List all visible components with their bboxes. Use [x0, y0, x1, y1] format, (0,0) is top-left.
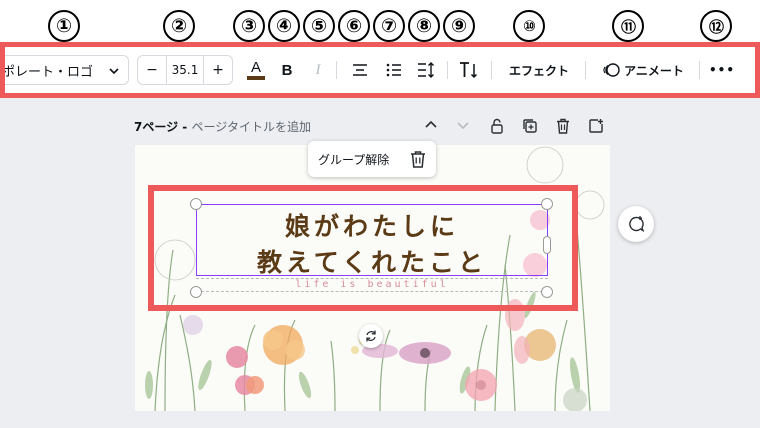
marker-5: ⑤ — [303, 10, 335, 42]
list-button[interactable] — [383, 55, 405, 85]
resize-handle-top-right[interactable] — [541, 198, 553, 210]
font-name: ポレート・ロゴ — [5, 64, 94, 80]
marker-7: ⑦ — [373, 10, 405, 42]
bold-icon: B — [281, 61, 293, 79]
chevron-up-icon[interactable] — [424, 118, 438, 132]
comment-add-icon — [629, 216, 645, 233]
page-header: 7ページ - ページタイトルを追加 — [134, 118, 311, 135]
rotate-handle[interactable] — [359, 324, 383, 348]
trash-icon[interactable] — [556, 118, 570, 134]
toolbar-divider — [585, 61, 586, 79]
decrease-size-button[interactable]: − — [138, 56, 166, 84]
toolbar-divider — [336, 61, 337, 79]
marker-3: ③ — [233, 10, 265, 42]
toolbar-divider — [699, 61, 700, 79]
resize-handle-right[interactable] — [543, 236, 551, 254]
add-page-icon[interactable] — [588, 118, 604, 134]
resize-handle-bottom-left[interactable] — [190, 286, 202, 298]
more-button[interactable]: ••• — [707, 55, 737, 85]
marker-10: ⑩ — [513, 10, 545, 42]
vertical-text-button[interactable] — [457, 55, 481, 85]
vertical-text-icon — [460, 62, 478, 79]
marker-4: ④ — [268, 10, 300, 42]
text-color-button[interactable]: A — [243, 55, 269, 85]
increase-size-button[interactable]: + — [204, 56, 232, 84]
headline-line-2: 教えてくれたこと — [256, 248, 487, 277]
bold-button[interactable]: B — [277, 55, 297, 85]
animate-icon — [603, 63, 620, 77]
headline-line-1: 娘がわたしに — [284, 212, 459, 241]
font-size-stepper[interactable]: − 35.1 + — [137, 55, 233, 85]
add-comment-button[interactable] — [618, 206, 654, 242]
page-label: 7ページ - — [134, 120, 192, 134]
resize-handle-top-left[interactable] — [190, 198, 202, 210]
list-icon — [386, 63, 401, 77]
animate-label: アニメート — [624, 63, 684, 78]
marker-1: ① — [48, 10, 80, 42]
font-size-value[interactable]: 35.1 — [166, 56, 204, 84]
effects-button[interactable]: エフェクト — [501, 55, 577, 85]
marker-9: ⑨ — [443, 10, 475, 42]
duplicate-icon[interactable] — [522, 118, 538, 134]
italic-icon: I — [315, 61, 321, 78]
toolbar-divider — [491, 61, 492, 79]
chevron-down-icon[interactable] — [456, 118, 470, 132]
marker-11: ⑪ — [612, 10, 644, 42]
page-title-input[interactable]: ページタイトルを追加 — [191, 120, 311, 134]
align-center-icon — [353, 64, 367, 76]
font-select[interactable]: ポレート・ロゴ — [5, 55, 129, 85]
resize-handle-bottom-right[interactable] — [541, 286, 553, 298]
text-color-icon: A — [250, 59, 261, 76]
spacing-button[interactable] — [415, 55, 437, 85]
toolbar-highlight-frame: ポレート・ロゴ − 35.1 + A B I エフェクト アニメート ••• — [0, 42, 760, 98]
ungroup-button[interactable]: グループ解除 — [318, 151, 389, 168]
animate-button[interactable]: アニメート — [595, 55, 691, 85]
lock-icon[interactable] — [490, 118, 504, 134]
toolbar-divider — [447, 61, 448, 79]
chevron-down-icon — [109, 68, 119, 75]
element-context-menu: グループ解除 — [308, 141, 436, 177]
more-icon: ••• — [708, 63, 735, 77]
align-button[interactable] — [349, 55, 371, 85]
rotate-icon — [366, 330, 376, 342]
marker-6: ⑥ — [338, 10, 370, 42]
trash-icon[interactable] — [410, 150, 426, 168]
headline-text-box[interactable]: 娘がわたしに 教えてくれたこと — [196, 204, 548, 277]
italic-button[interactable]: I — [308, 55, 328, 85]
text-toolbar: ポレート・ロゴ − 35.1 + A B I エフェクト アニメート ••• — [5, 47, 755, 93]
subline-text[interactable]: life is beautiful — [196, 278, 548, 292]
spacing-icon — [418, 62, 434, 78]
marker-12: ⑫ — [700, 10, 732, 42]
text-color-swatch — [247, 76, 265, 80]
marker-2: ② — [163, 10, 195, 42]
marker-8: ⑧ — [408, 10, 440, 42]
